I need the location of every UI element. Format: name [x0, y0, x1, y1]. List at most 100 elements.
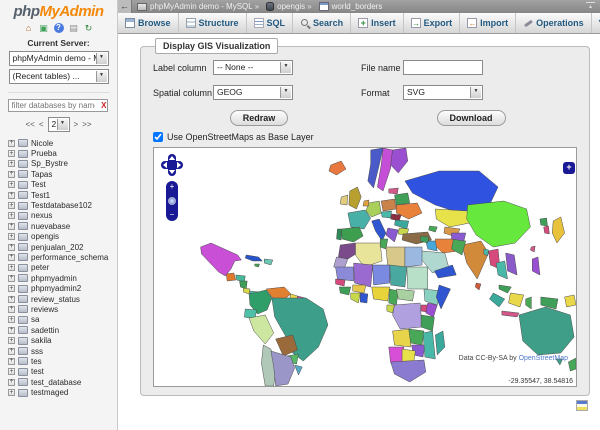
database-item-opengis[interactable]: opengis	[0, 232, 117, 242]
expand-icon[interactable]	[8, 192, 15, 199]
expand-icon[interactable]	[8, 379, 15, 386]
expand-icon[interactable]	[8, 160, 15, 167]
osm-base-layer-label[interactable]: Use OpenStreetMaps as Base Layer	[167, 132, 314, 142]
database-name[interactable]: sss	[31, 347, 43, 356]
page-last-link[interactable]: >>	[82, 120, 91, 129]
expand-icon[interactable]	[8, 264, 15, 271]
tab-sql[interactable]: SQL	[247, 13, 294, 33]
expand-icon[interactable]	[8, 348, 15, 355]
chevron-down-icon[interactable]	[280, 87, 291, 98]
database-item-test_database[interactable]: test_database	[0, 377, 117, 387]
database-name[interactable]: Nicole	[31, 139, 53, 148]
chevron-down-icon[interactable]	[280, 62, 291, 73]
expand-icon[interactable]	[8, 306, 15, 313]
database-name[interactable]: sa	[31, 315, 39, 324]
database-name[interactable]: Test	[31, 180, 46, 189]
database-name[interactable]: penjualan_202	[31, 243, 84, 252]
expand-icon[interactable]	[8, 316, 15, 323]
database-name[interactable]: review_status	[31, 295, 80, 304]
map-zoom-control[interactable]: + −	[166, 181, 178, 221]
database-item-reviews[interactable]: reviews	[0, 304, 117, 314]
database-name[interactable]: nuevabase	[31, 222, 70, 231]
database-item-Testdatabase102[interactable]: Testdatabase102	[0, 200, 117, 210]
expand-icon[interactable]	[8, 150, 15, 157]
database-item-sa[interactable]: sa	[0, 315, 117, 325]
tab-insert[interactable]: Insert	[351, 13, 404, 33]
breadcrumb-database[interactable]: opengis	[277, 2, 305, 11]
format-select[interactable]: SVG	[403, 85, 483, 100]
database-name[interactable]: testmaged	[31, 388, 68, 397]
zoom-world-icon[interactable]	[168, 197, 176, 205]
expand-icon[interactable]	[8, 389, 15, 396]
database-name[interactable]: opengis	[31, 232, 59, 241]
expand-icon[interactable]	[8, 254, 15, 261]
expand-icon[interactable]	[8, 368, 15, 375]
page-prev-link[interactable]: <	[39, 120, 44, 129]
tab-structure[interactable]: Structure	[179, 13, 247, 33]
database-item-Test[interactable]: Test	[0, 180, 117, 190]
download-button[interactable]: Download	[437, 110, 506, 126]
database-item-Sp_Bystre[interactable]: Sp_Bystre	[0, 159, 117, 169]
new-window-icon[interactable]	[576, 400, 588, 411]
database-item-Tapas[interactable]: Tapas	[0, 169, 117, 179]
database-name[interactable]: phpmyadmin	[31, 274, 77, 283]
database-name[interactable]: test_database	[31, 378, 81, 387]
database-name[interactable]: Test1	[31, 191, 50, 200]
expand-icon[interactable]	[8, 223, 15, 230]
expand-icon[interactable]	[8, 327, 15, 334]
phpmyadmin-logo[interactable]: phpMyAdmin	[0, 0, 117, 20]
database-name[interactable]: Sp_Bystre	[31, 159, 68, 168]
database-item-peter[interactable]: peter	[0, 263, 117, 273]
help-icon[interactable]: ?	[54, 23, 64, 33]
database-name[interactable]: peter	[31, 263, 49, 272]
database-item-Nicole[interactable]: Nicole	[0, 138, 117, 148]
database-item-Test1[interactable]: Test1	[0, 190, 117, 200]
back-button[interactable]: ←	[118, 0, 132, 13]
spatial-column-select[interactable]: GEOG	[213, 85, 293, 100]
chevron-down-icon[interactable]	[96, 53, 107, 64]
osm-base-layer-checkbox[interactable]	[153, 132, 163, 142]
database-item-review_status[interactable]: review_status	[0, 294, 117, 304]
page-select[interactable]: 2	[48, 117, 70, 132]
page-next-link[interactable]: >	[74, 120, 79, 129]
database-item-sss[interactable]: sss	[0, 346, 117, 356]
layer-switcher-button[interactable]: +	[563, 162, 575, 174]
redraw-button[interactable]: Redraw	[230, 110, 289, 126]
database-name[interactable]: phpmyadmin2	[31, 284, 81, 293]
chevron-down-icon[interactable]	[96, 71, 107, 82]
label-column-select[interactable]: -- None --	[213, 60, 293, 75]
expand-icon[interactable]	[8, 181, 15, 188]
map-pan-control[interactable]	[160, 153, 184, 177]
expand-icon[interactable]	[8, 212, 15, 219]
tab-import[interactable]: Import	[460, 13, 516, 33]
file-name-input[interactable]	[403, 60, 483, 75]
openstreetmap-link[interactable]: OpenStreetMap	[519, 355, 568, 362]
zoom-out-icon[interactable]: −	[166, 211, 178, 219]
expand-icon[interactable]	[8, 275, 15, 282]
zoom-in-icon[interactable]: +	[166, 183, 178, 191]
breadcrumb-server[interactable]: phpMyAdmin demo - MySQL	[150, 2, 253, 11]
database-item-penjualan_202[interactable]: penjualan_202	[0, 242, 117, 252]
reload-icon[interactable]: ↻	[84, 23, 94, 33]
page-first-link[interactable]: <<	[25, 120, 34, 129]
database-item-nuevabase[interactable]: nuevabase	[0, 221, 117, 231]
docs-icon[interactable]: ▤	[69, 23, 79, 33]
database-item-phpmyadmin2[interactable]: phpmyadmin2	[0, 283, 117, 293]
database-item-phpmyadmin[interactable]: phpmyadmin	[0, 273, 117, 283]
clear-filter-icon[interactable]: X	[101, 101, 106, 110]
database-name[interactable]: sakila	[31, 336, 51, 345]
database-name[interactable]: reviews	[31, 305, 58, 314]
breadcrumb-table[interactable]: world_borders	[332, 2, 383, 11]
database-name[interactable]: sadettin	[31, 326, 59, 335]
expand-icon[interactable]	[8, 233, 15, 240]
database-item-test[interactable]: test	[0, 367, 117, 377]
tab-more[interactable]: More	[592, 13, 600, 33]
gis-map[interactable]: + − + Data CC-By-SA by OpenStreetMap -29…	[153, 147, 577, 387]
server-select[interactable]: phpMyAdmin demo - My	[9, 51, 109, 66]
database-item-sadettin[interactable]: sadettin	[0, 325, 117, 335]
home-icon[interactable]: ⌂	[24, 23, 34, 33]
database-name[interactable]: nexus	[31, 211, 52, 220]
expand-icon[interactable]	[8, 140, 15, 147]
collapse-top-icon[interactable]: ▴	[586, 2, 595, 11]
expand-icon[interactable]	[8, 337, 15, 344]
